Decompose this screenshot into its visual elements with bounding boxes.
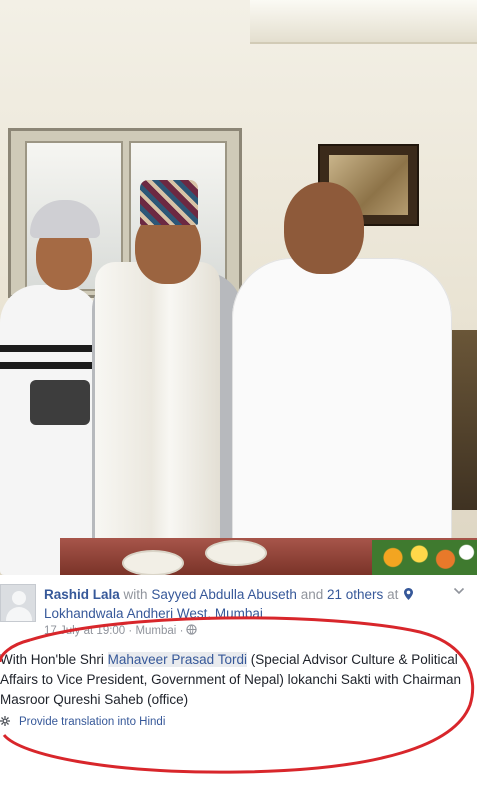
tagged-person-link[interactable]: Sayyed Abdulla Abuseth [151, 587, 297, 602]
meta-separator: · [128, 625, 133, 637]
post-place[interactable]: Mumbai [135, 625, 176, 637]
photo-shirt-logo [30, 380, 90, 425]
photo-shirt-stripe [0, 345, 100, 352]
photo-dhaka-topi [140, 180, 198, 225]
post-body-text: With Hon'ble Shri Mahaveer Prasad Tordi … [0, 650, 470, 710]
chevron-down-icon[interactable] [453, 586, 465, 596]
translate-link[interactable]: Provide translation into Hindi [19, 716, 165, 728]
others-link[interactable]: 21 others [327, 587, 383, 602]
photo-ceiling [250, 0, 477, 44]
photo-flowers [372, 540, 477, 575]
photo-head-right [284, 182, 364, 274]
photo-person-right [232, 258, 452, 575]
photo-plate [122, 550, 184, 575]
gear-icon [0, 716, 10, 726]
post-timestamp[interactable]: 17 July at 19:00 [44, 625, 125, 637]
post-meta: 17 July at 19:00 · Mumbai · [44, 624, 198, 639]
and-text: and [300, 587, 324, 602]
map-pin-icon [404, 588, 414, 600]
photo-plate [205, 540, 267, 566]
location-link[interactable]: Lokhandwala Andheri West, Mumbai. [44, 604, 267, 623]
post-text-intro: With Hon'ble Shri [0, 652, 108, 667]
photo-person-left [0, 285, 100, 575]
photo-shirt-stripe [0, 362, 100, 369]
globe-icon [186, 624, 198, 635]
author-name-link[interactable]: Rashid Lala [44, 587, 120, 602]
avatar-silhouette-head [12, 591, 26, 605]
meta-separator: · [179, 625, 184, 637]
with-text: with [123, 587, 148, 602]
at-text: at [387, 587, 399, 602]
avatar-silhouette-body [6, 607, 32, 621]
post-photo[interactable] [0, 0, 477, 575]
post-header-line: Rashid Lala with Sayyed Abdulla Abuseth … [44, 585, 444, 604]
translation-row: Provide translation into Hindi [0, 714, 165, 730]
photo-scarf [95, 262, 220, 542]
mentioned-person-link[interactable]: Mahaveer Prasad Tordi [107, 652, 247, 667]
author-avatar[interactable] [0, 584, 36, 622]
